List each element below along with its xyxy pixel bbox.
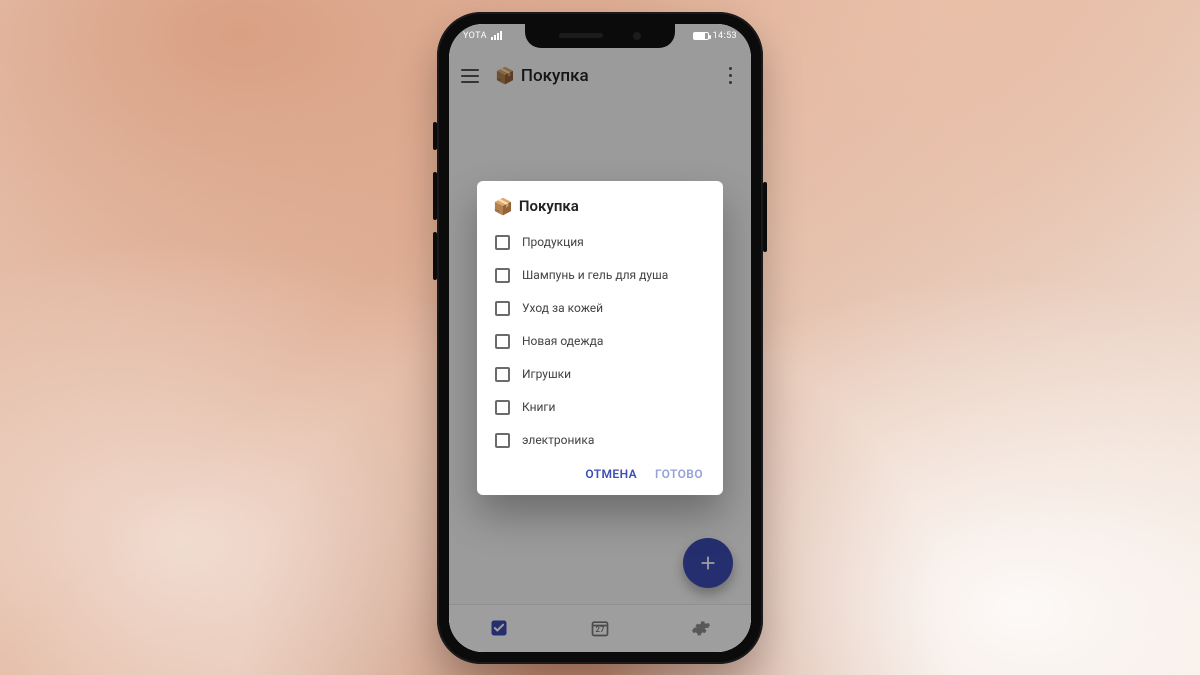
- cancel-button[interactable]: ОТМЕНА: [585, 467, 637, 481]
- signal-icon: [491, 31, 502, 40]
- battery-icon: [693, 32, 709, 40]
- phone-mockup: YOTA 14:53 📦 Покупка: [437, 12, 763, 664]
- list-item[interactable]: Новая одежда: [493, 325, 707, 358]
- box-icon: 📦: [493, 197, 513, 216]
- list-item[interactable]: электроника: [493, 424, 707, 457]
- list-item[interactable]: Продукция: [493, 226, 707, 259]
- checklist-dialog: 📦 Покупка Продукция Шампунь и гель для ду…: [477, 181, 723, 495]
- checkbox-icon[interactable]: [495, 400, 510, 415]
- clock-label: 14:53: [713, 31, 737, 41]
- list-item[interactable]: Книги: [493, 391, 707, 424]
- list-item-label: электроника: [522, 433, 594, 447]
- confirm-button[interactable]: ГОТОВО: [655, 467, 703, 481]
- checkbox-icon[interactable]: [495, 301, 510, 316]
- list-item[interactable]: Игрушки: [493, 358, 707, 391]
- checkbox-icon[interactable]: [495, 334, 510, 349]
- list-item-label: Книги: [522, 400, 555, 414]
- checkbox-icon[interactable]: [495, 235, 510, 250]
- checkbox-icon[interactable]: [495, 268, 510, 283]
- list-item[interactable]: Уход за кожей: [493, 292, 707, 325]
- list-item-label: Продукция: [522, 235, 584, 249]
- list-item-label: Игрушки: [522, 367, 571, 381]
- phone-screen: YOTA 14:53 📦 Покупка: [449, 24, 751, 652]
- dialog-title: 📦 Покупка: [493, 197, 707, 216]
- dialog-title-text: Покупка: [519, 197, 579, 215]
- checkbox-icon[interactable]: [495, 433, 510, 448]
- list-item[interactable]: Шампунь и гель для душа: [493, 259, 707, 292]
- list-item-label: Уход за кожей: [522, 301, 603, 315]
- phone-notch: [525, 24, 675, 48]
- dialog-actions: ОТМЕНА ГОТОВО: [493, 457, 707, 487]
- checkbox-icon[interactable]: [495, 367, 510, 382]
- carrier-label: YOTA: [463, 31, 487, 41]
- list-item-label: Шампунь и гель для душа: [522, 268, 668, 282]
- dialog-list: Продукция Шампунь и гель для душа Уход за …: [493, 226, 707, 457]
- list-item-label: Новая одежда: [522, 334, 603, 348]
